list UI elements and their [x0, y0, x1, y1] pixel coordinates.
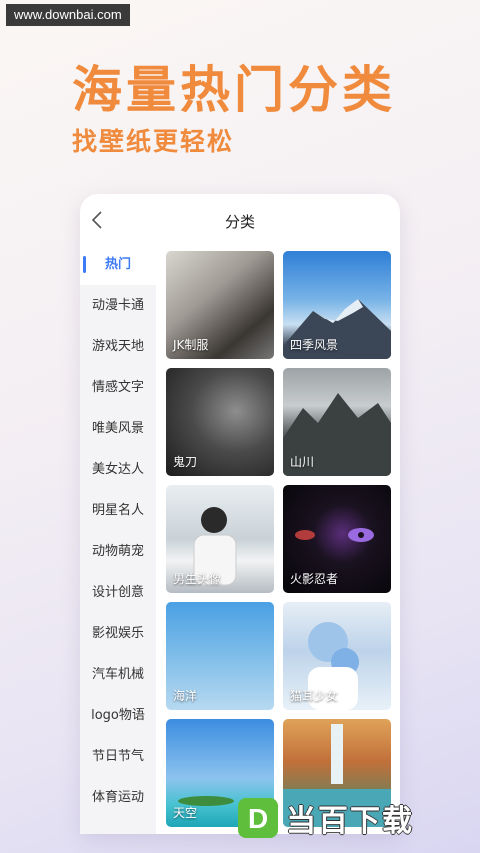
tile-label: 四季风景	[290, 338, 339, 352]
page-title: 分类	[224, 213, 255, 231]
tile-label: 鬼刀	[173, 455, 198, 469]
tile-label: 男生头像	[173, 572, 222, 586]
sidebar-item-emotion-text[interactable]: 情感文字	[80, 367, 156, 408]
logo-mark-icon: D	[238, 798, 278, 838]
tile-label: 山川	[290, 455, 315, 469]
site-logo: D 当百下载	[238, 795, 414, 841]
watermark-top: www.downbai.com	[6, 4, 130, 26]
tile-label: 火影忍者	[290, 572, 339, 586]
tile-naruto[interactable]: 火影忍者	[283, 485, 391, 593]
tile-mountains-rivers[interactable]: 山川	[283, 368, 391, 476]
tile-label: JK制服	[173, 338, 209, 352]
sidebar-item-beauty[interactable]: 美女达人	[80, 449, 156, 490]
sidebar-item-hot[interactable]: 热门	[80, 244, 156, 285]
sidebar-item-movies[interactable]: 影视娱乐	[80, 613, 156, 654]
tile-boy-avatar[interactable]: 男生头像	[166, 485, 274, 593]
tile-seasons-scenery[interactable]: 四季风景	[283, 251, 391, 359]
sidebar-item-scenery[interactable]: 唯美风景	[80, 408, 156, 449]
phone-screen: 分类 热门 动漫卡通 游戏天地 情感文字 唯美风景 美女达人 明星名人 动物萌宠…	[80, 194, 400, 834]
sidebar-item-festivals[interactable]: 节日节气	[80, 736, 156, 777]
logo-text: 当百下载	[286, 804, 414, 839]
sidebar-item-celebrity[interactable]: 明星名人	[80, 490, 156, 531]
wallpaper-grid: JK制服 四季风景 鬼刀 山川 男生头像 火影忍者 海洋 猫耳少女 天空	[166, 251, 392, 827]
d-letter-icon: D	[248, 803, 268, 834]
app-header: 分类	[80, 194, 400, 244]
sidebar-item-games[interactable]: 游戏天地	[80, 326, 156, 367]
sidebar-item-anime[interactable]: 动漫卡通	[80, 285, 156, 326]
sidebar-item-pets[interactable]: 动物萌宠	[80, 531, 156, 572]
tile-label: 天空	[173, 806, 198, 820]
tile-ghost-blade[interactable]: 鬼刀	[166, 368, 274, 476]
sidebar-item-cars[interactable]: 汽车机械	[80, 654, 156, 695]
promo-title: 海量热门分类	[72, 61, 396, 119]
svg-text:D: D	[248, 803, 268, 834]
tile-label: 海洋	[173, 689, 198, 703]
tile-ocean[interactable]: 海洋	[166, 602, 274, 710]
tile-label: 猫耳少女	[290, 689, 339, 703]
category-sidebar: 热门 动漫卡通 游戏天地 情感文字 唯美风景 美女达人 明星名人 动物萌宠 设计…	[80, 244, 156, 834]
tile-jk-uniform[interactable]: JK制服	[166, 251, 274, 359]
sidebar-item-design[interactable]: 设计创意	[80, 572, 156, 613]
tile-cat-ear-girl[interactable]: 猫耳少女	[283, 602, 391, 710]
sidebar-item-logo[interactable]: logo物语	[80, 695, 156, 736]
sidebar-item-sports[interactable]: 体育运动	[80, 777, 156, 818]
promo-subtitle: 找壁纸更轻松	[72, 127, 235, 156]
